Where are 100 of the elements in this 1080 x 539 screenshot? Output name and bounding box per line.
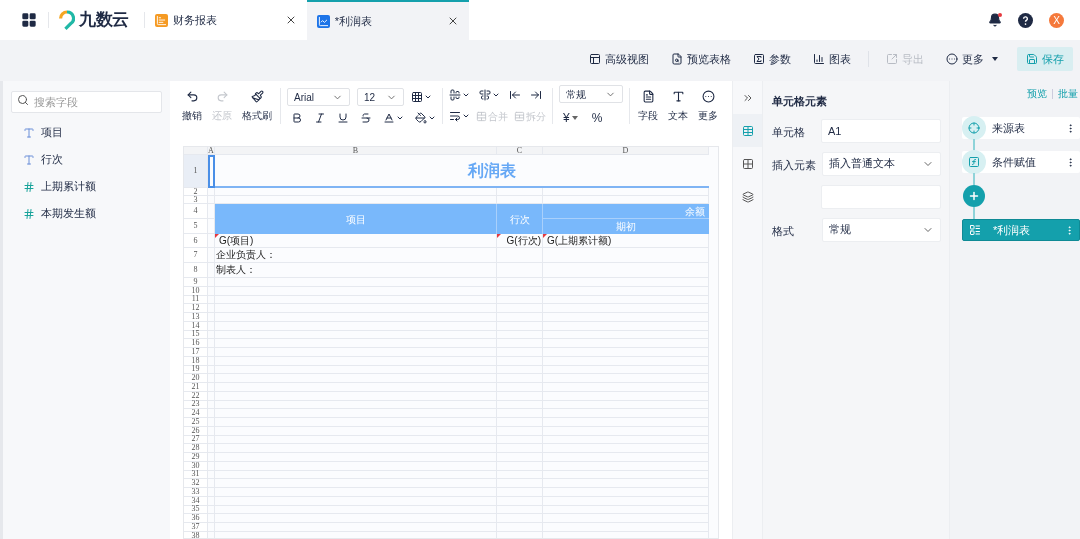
font-size-select[interactable]: 12 [357,88,404,106]
row-number[interactable]: 13 [184,313,208,322]
row-number[interactable]: 16 [184,339,208,348]
sheet-cell[interactable] [208,278,215,287]
sheet-cell[interactable] [208,488,215,497]
sheet-cell[interactable] [208,339,215,348]
row-number[interactable]: 19 [184,365,208,375]
row-number[interactable]: 20 [184,374,208,383]
sheet-cell[interactable] [208,391,215,401]
row-number[interactable]: 31 [184,470,208,480]
select-field[interactable]: 常规 [822,217,941,242]
row-number[interactable]: 17 [184,348,208,357]
sheet-cell[interactable] [208,321,215,331]
add-button[interactable] [963,185,985,207]
sheet-cell[interactable] [497,188,543,196]
row-number[interactable]: 30 [184,461,208,471]
sheet-cell[interactable] [208,426,215,436]
row-number[interactable]: 26 [184,426,208,436]
row-number[interactable]: 36 [184,514,208,523]
tab[interactable]: *利润表 [306,0,469,40]
row-number[interactable]: 33 [184,488,208,497]
flow-node[interactable]: 条件赋值 [962,151,1080,173]
row-number[interactable]: 37 [184,523,208,532]
fill-color-icon[interactable] [415,112,436,124]
vertical-align-icon[interactable] [479,88,500,101]
sheet-cell[interactable] [208,444,215,453]
sheet-cell[interactable] [208,496,215,506]
toolbar-button[interactable]: 高级视图 [580,47,658,71]
row-number[interactable]: 6 [184,234,208,248]
indent-decrease-icon[interactable] [509,88,521,101]
percent-button[interactable]: % [591,109,603,127]
sheet-cell[interactable] [208,188,215,196]
column-header[interactable]: C [497,147,543,155]
sheet-cell[interactable] [208,479,215,488]
select-field[interactable]: 插入普通文本 [822,151,941,176]
sheet-cell[interactable] [208,365,215,375]
sheet-cell[interactable] [208,219,215,234]
indent-increase-icon[interactable] [530,88,542,101]
column-header[interactable]: D [543,147,709,155]
sheet-cell[interactable] [208,409,215,418]
row-number[interactable]: 10 [184,286,208,296]
row-number[interactable]: 22 [184,391,208,401]
sheet-cell[interactable] [208,505,215,515]
row-number[interactable]: 9 [184,278,208,287]
row-number[interactable]: 35 [184,505,208,515]
toolbar-button[interactable]: 字段 [636,89,660,123]
row-number[interactable]: 34 [184,496,208,506]
sheet-cell[interactable] [208,348,215,357]
row-number[interactable]: 15 [184,330,208,340]
search-field[interactable]: 搜索字段 [11,91,162,113]
row-number[interactable]: 21 [184,383,208,392]
toolbar-button[interactable]: 撤销 [180,89,204,123]
sheet-cell[interactable] [208,461,215,471]
italic-icon[interactable] [314,112,326,124]
row-number[interactable]: 12 [184,304,208,313]
sheet-cell[interactable]: G(行次) [497,234,543,248]
sheet-cell[interactable] [208,248,215,263]
currency-button[interactable]: ¥ [563,109,578,127]
sheet-cell[interactable] [208,470,215,480]
sheet-cell[interactable]: G(上期累计额) [543,234,709,248]
row-number[interactable]: 32 [184,479,208,488]
field-item[interactable]: 行次 [41,151,63,168]
field-item[interactable]: 上期累计额 [41,178,96,195]
flow-node[interactable]: 来源表 [962,117,1080,139]
sheet-cell[interactable] [208,374,215,383]
row-number[interactable]: 4 [184,204,208,219]
sheet-cell[interactable] [215,188,497,196]
sheet-cell[interactable] [208,523,215,532]
row-number[interactable]: 25 [184,418,208,427]
row-number[interactable]: 28 [184,444,208,453]
row-number[interactable]: 8 [184,263,208,278]
column-header[interactable]: B [215,147,497,155]
number-format-select[interactable]: 常规 [559,85,623,103]
row-number[interactable]: 2 [184,188,208,196]
strikethrough-icon[interactable] [360,112,372,124]
toolbar-button[interactable]: 更多 [937,47,1007,71]
selected-cell[interactable] [208,155,215,188]
toolbar-button[interactable]: 文本 [666,89,690,123]
bold-icon[interactable] [291,112,303,124]
sheet-cell[interactable] [208,514,215,523]
field-item[interactable]: 本期发生额 [41,205,96,222]
input-field[interactable]: A1 [821,118,941,143]
sheet-cell[interactable] [208,330,215,340]
sheet-cell[interactable] [208,435,215,445]
row-number[interactable]: 3 [184,196,208,204]
row-number[interactable]: 23 [184,400,208,410]
sheet-cell[interactable] [208,356,215,366]
corner-cell[interactable] [184,147,208,155]
sheet-cell[interactable] [208,313,215,322]
row-number[interactable]: 18 [184,356,208,366]
sheet-cell[interactable]: 制表人： [215,263,497,278]
row-number[interactable]: 38 [184,531,208,538]
row-number[interactable]: 11 [184,295,208,305]
sheet-cell[interactable] [208,234,215,248]
bell-icon[interactable] [988,13,1002,27]
sheet-cell[interactable] [208,383,215,392]
align-icon[interactable] [449,88,470,101]
font-color-icon[interactable] [383,112,404,124]
toolbar-button[interactable]: 图表 [804,47,860,71]
sheet-cell[interactable] [208,286,215,296]
